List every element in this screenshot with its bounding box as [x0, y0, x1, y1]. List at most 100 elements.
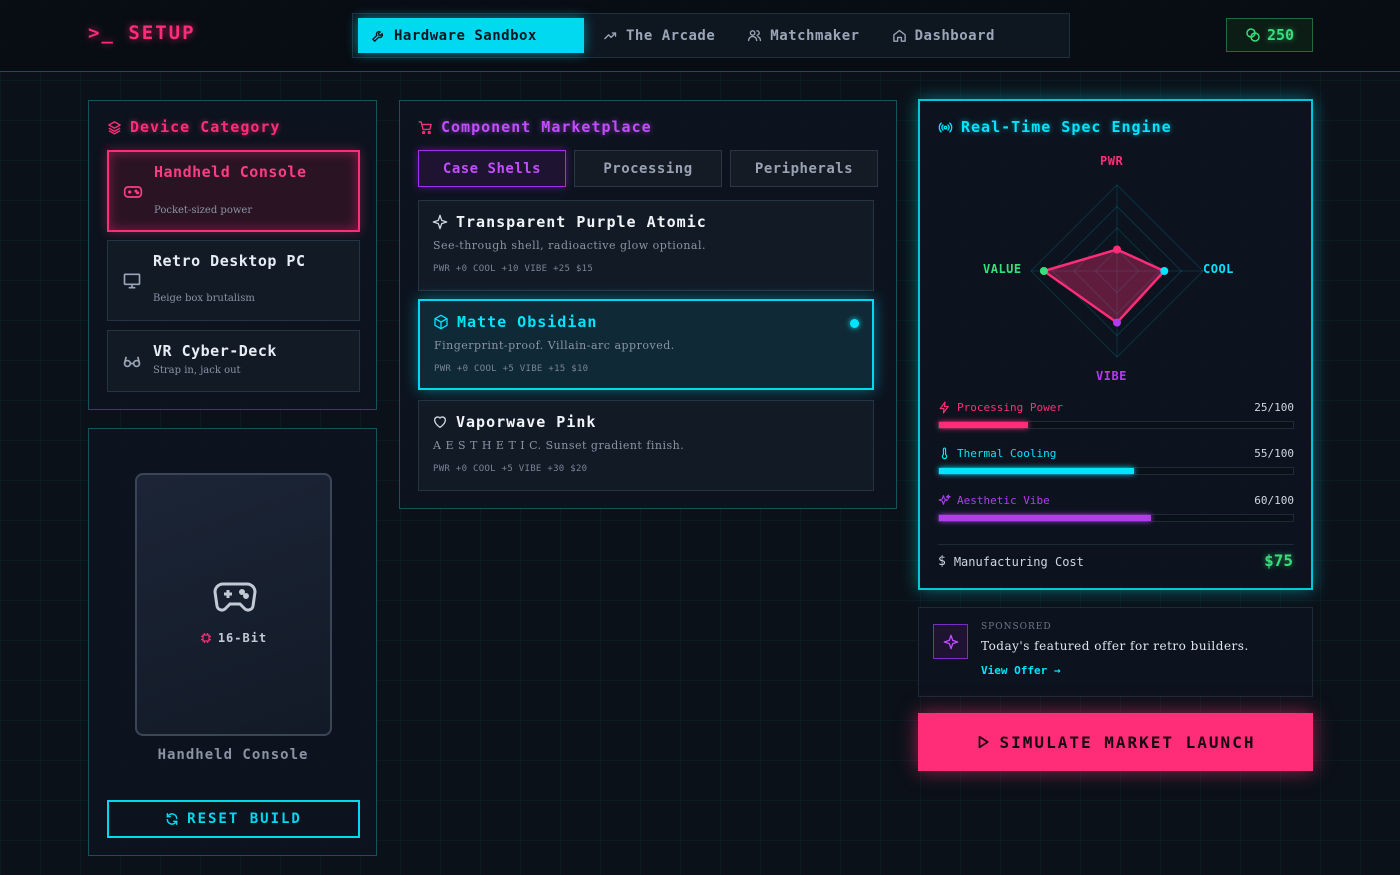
stat-label: Thermal Cooling: [957, 447, 1057, 460]
tab-peripherals[interactable]: Peripherals: [730, 150, 878, 187]
manufacturing-cost-label: $ Manufacturing Cost: [938, 554, 1084, 569]
device-name: VR Cyber-Deck: [153, 342, 277, 360]
nav-the-arcade[interactable]: The Arcade: [590, 18, 728, 53]
selected-indicator: [850, 319, 859, 328]
marketplace-title: Component Marketplace: [418, 118, 652, 136]
divider: [938, 544, 1294, 545]
radar-label-vibe: VIBE: [1096, 369, 1127, 383]
sparkles-icon: [938, 494, 951, 505]
stat-label: Processing Power: [957, 401, 1063, 414]
sparkle-icon: [943, 634, 958, 649]
ad-icon-box: [933, 624, 968, 659]
radar-point-value: [1039, 267, 1048, 275]
device-option-vr-cyber-deck[interactable]: VR Cyber-Deck Strap in, jack out: [107, 330, 360, 392]
radar-chart: [1030, 184, 1204, 358]
radar-point-pwr: [1113, 245, 1121, 254]
component-stats: PWR +0 COOL +5 VIBE +30 $20: [433, 464, 588, 474]
nav-hardware-sandbox[interactable]: Hardware Sandbox: [358, 18, 584, 53]
stat-fill: [939, 468, 1134, 474]
manufacturing-cost-value: $75: [1264, 551, 1293, 570]
device-subtitle: Pocket-sized power: [154, 205, 253, 216]
home-icon: [892, 29, 906, 42]
chip-label: 16-Bit: [217, 631, 268, 645]
cart-icon: [418, 120, 432, 134]
nav-label: Matchmaker: [770, 27, 860, 44]
device-category-panel: Device Category Handheld Console Pocket-…: [88, 100, 377, 410]
stat-track: [938, 421, 1294, 429]
monitor-icon: [123, 273, 141, 289]
simulate-market-launch-button[interactable]: SIMULATE MARKET LAUNCH: [918, 713, 1313, 771]
nav-label: Hardware Sandbox: [394, 27, 537, 44]
spec-engine-panel: Real-Time Spec Engine PWR COOL VIBE VALU…: [918, 99, 1313, 590]
component-stats: PWR +0 COOL +10 VIBE +25 $15: [433, 264, 594, 274]
component-description: See-through shell, radioactive glow opti…: [433, 239, 706, 252]
nav-dashboard[interactable]: Dashboard: [879, 18, 1008, 53]
gamepad-icon: [213, 582, 257, 612]
terminal-prompt: >_: [88, 22, 115, 44]
device-preview-panel: 16-Bit Handheld Console RESET BUILD: [88, 428, 377, 856]
cube-icon: [434, 314, 448, 330]
stat-value: 25/100: [1254, 401, 1294, 414]
device-option-handheld[interactable]: Handheld Console Pocket-sized power: [107, 150, 360, 232]
preview-device-label: Handheld Console: [157, 747, 309, 763]
nav-label: Dashboard: [914, 27, 995, 44]
refresh-icon: [166, 813, 178, 825]
sparkle-icon: [432, 214, 448, 230]
nav-label: The Arcade: [626, 27, 716, 44]
radar-shape: [1041, 248, 1167, 325]
radar-label-cool: COOL: [1203, 262, 1234, 276]
device-category-title: Device Category: [107, 118, 280, 136]
device-name: Handheld Console: [154, 163, 307, 181]
wrench-icon: [371, 30, 384, 43]
radar-label-pwr: PWR: [1100, 154, 1124, 168]
component-title: Vaporwave Pink: [432, 413, 596, 431]
device-subtitle: Beige box brutalism: [153, 293, 255, 304]
component-description: Fingerprint-proof. Villain-arc approved.: [434, 339, 675, 352]
stat-track: [938, 467, 1294, 475]
component-card[interactable]: Transparent Purple Atomic See-through sh…: [418, 200, 874, 291]
stat-track: [938, 514, 1294, 522]
device-subtitle: Strap in, jack out: [153, 365, 241, 376]
broadcast-icon: [938, 121, 953, 133]
component-marketplace-panel: Component Marketplace Case Shells Proces…: [399, 100, 897, 509]
radar-point-vibe: [1113, 318, 1121, 327]
glasses-icon: [123, 356, 141, 368]
sponsored-text: Today's featured offer for retro builder…: [981, 639, 1249, 653]
stat-label: Aesthetic Vibe: [957, 494, 1050, 507]
cpu-icon: [200, 633, 211, 643]
chip-badge: 16-Bit: [137, 631, 330, 645]
component-stats: PWR +0 COOL +5 VIBE +15 $10: [434, 364, 589, 374]
layers-icon: [108, 120, 121, 134]
component-title: Matte Obsidian: [433, 313, 597, 331]
main-nav: Hardware Sandbox The Arcade Matchmaker D…: [352, 13, 1070, 58]
coins-icon: [1246, 28, 1260, 42]
component-description: A E S T H E T I C. Sunset gradient finis…: [433, 439, 685, 452]
top-bar: >_ SETUP Hardware Sandbox The Arcade Mat…: [0, 0, 1400, 72]
credits-value: 250: [1266, 26, 1295, 44]
radar-label-value: VALUE: [983, 262, 1022, 276]
device-option-retro-desktop[interactable]: Retro Desktop PC Beige box brutalism: [107, 240, 360, 321]
sponsored-tag: SPONSORED: [981, 622, 1052, 632]
radar-point-cool: [1160, 267, 1169, 275]
component-card[interactable]: Vaporwave Pink A E S T H E T I C. Sunset…: [418, 400, 874, 491]
stat-value: 60/100: [1254, 494, 1294, 507]
gamepad-icon: [123, 186, 143, 198]
app-logo[interactable]: >_ SETUP: [88, 22, 196, 44]
view-offer-link[interactable]: View Offer →: [981, 664, 1060, 677]
dollar-icon: $: [938, 554, 946, 569]
device-preview: 16-Bit: [135, 473, 332, 736]
nav-matchmaker[interactable]: Matchmaker: [734, 18, 872, 53]
component-card-selected[interactable]: Matte Obsidian Fingerprint-proof. Villai…: [418, 299, 874, 390]
play-icon: [978, 735, 989, 749]
users-icon: [748, 30, 762, 42]
tab-processing[interactable]: Processing: [574, 150, 722, 187]
stat-fill: [939, 515, 1152, 521]
stat-value: 55/100: [1254, 447, 1294, 460]
bolt-icon: [939, 401, 949, 414]
device-name: Retro Desktop PC: [153, 252, 306, 270]
thermometer-icon: [941, 447, 948, 460]
reset-build-button[interactable]: RESET BUILD: [107, 800, 360, 838]
trend-icon: [604, 32, 617, 40]
credits-badge[interactable]: 250: [1226, 18, 1313, 52]
tab-case-shells[interactable]: Case Shells: [418, 150, 566, 187]
